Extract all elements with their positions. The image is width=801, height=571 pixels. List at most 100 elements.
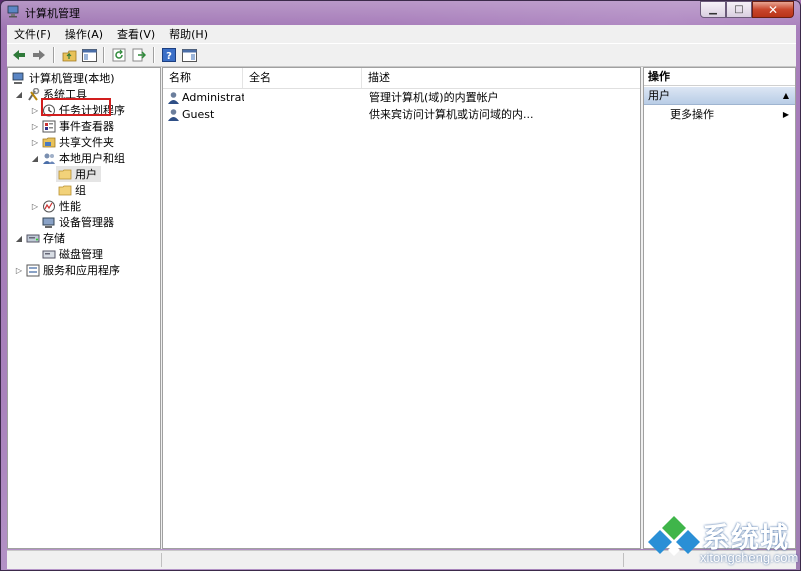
- event-viewer-icon: [42, 120, 56, 132]
- computer-management-icon: [7, 5, 19, 18]
- folder-icon: [58, 169, 72, 179]
- cell-fullname: [249, 106, 359, 123]
- tree-item-services-applications[interactable]: ▷ 服务和应用程序: [14, 262, 120, 278]
- tools-icon: [28, 87, 40, 101]
- cell-name: Administrat...: [182, 91, 244, 104]
- main-content: 计算机管理(本地) ◢ 系统工具 ▷ 任务计划程序 ▷ 事件查看器 ▷ 共享文件…: [7, 67, 796, 549]
- collapse-up-icon[interactable]: ▲: [783, 87, 789, 105]
- tree-item-users[interactable]: 用户: [56, 166, 101, 182]
- tree-item-root[interactable]: 计算机管理(本地): [10, 70, 115, 86]
- maximize-button[interactable]: □: [726, 1, 752, 18]
- watermark: 系统城 xitongcheng.com: [646, 512, 798, 567]
- menu-action[interactable]: 操作(A): [58, 26, 110, 42]
- expand-arrow-icon[interactable]: ▷: [30, 202, 40, 211]
- submenu-arrow-icon: ▶: [782, 110, 789, 119]
- tree-item-storage[interactable]: ◢ 存储: [14, 230, 65, 246]
- actions-header: 操作: [644, 68, 795, 86]
- close-button[interactable]: ✕: [752, 1, 794, 18]
- forward-icon: [33, 50, 45, 60]
- export-list-button[interactable]: [131, 47, 147, 63]
- tree-item-device-manager[interactable]: 设备管理器: [40, 214, 114, 230]
- actions-section-users[interactable]: 用户 ▲: [644, 87, 795, 105]
- tree-item-event-viewer[interactable]: ▷ 事件查看器: [30, 118, 114, 134]
- shared-folder-icon: [42, 137, 56, 147]
- users-group-icon: [43, 153, 55, 164]
- table-row[interactable]: Administrat... 管理计算机(域)的内置帐户: [163, 89, 640, 106]
- tree-label: 用户: [75, 168, 97, 181]
- minimize-button[interactable]: ▁: [700, 1, 726, 18]
- expand-arrow-icon[interactable]: ▷: [30, 122, 40, 131]
- computer-management-window: 计算机管理 ▁ □ ✕ 文件(F) 操作(A) 查看(V) 帮助(H) ? 计算…: [0, 0, 801, 571]
- more-actions-item[interactable]: 更多操作 ▶: [644, 106, 795, 124]
- refresh-icon: [112, 48, 126, 62]
- tree-label: 存储: [43, 232, 65, 245]
- more-actions-label: 更多操作: [670, 108, 714, 121]
- tree-label: 服务和应用程序: [43, 264, 120, 277]
- up-icon: [62, 50, 76, 61]
- tree-label: 计算机管理(本地): [29, 72, 115, 85]
- folder-icon: [58, 185, 72, 195]
- column-header-description[interactable]: 描述: [362, 68, 642, 88]
- menu-view[interactable]: 查看(V): [110, 26, 162, 42]
- title-bar[interactable]: 计算机管理 ▁ □ ✕: [1, 1, 800, 23]
- list-header: 名称 全名 描述: [163, 68, 640, 89]
- computer-management-icon: [12, 72, 24, 84]
- column-header-fullname[interactable]: 全名: [243, 68, 362, 88]
- menu-file[interactable]: 文件(F): [7, 26, 58, 42]
- back-icon: [13, 50, 25, 60]
- tree-label: 共享文件夹: [59, 136, 114, 149]
- show-hide-tree-button[interactable]: [81, 47, 97, 63]
- collapse-arrow-icon[interactable]: ◢: [14, 234, 24, 243]
- watermark-logo-icon: [648, 516, 700, 556]
- back-button[interactable]: [11, 47, 27, 63]
- refresh-button[interactable]: [111, 47, 127, 63]
- help-button[interactable]: ?: [161, 47, 177, 63]
- show-hide-tree-icon: [81, 48, 97, 62]
- performance-icon: [43, 200, 55, 212]
- expand-arrow-icon[interactable]: ▷: [14, 266, 24, 275]
- user-icon: [168, 92, 179, 104]
- section-label: 用户: [648, 89, 670, 102]
- tree-item-disk-management[interactable]: 磁盘管理: [40, 246, 103, 262]
- storage-icon: [26, 234, 40, 242]
- properties-icon: [181, 48, 197, 62]
- menu-help[interactable]: 帮助(H): [162, 26, 215, 42]
- tree-label: 设备管理器: [59, 216, 114, 229]
- tree-item-shared-folders[interactable]: ▷ 共享文件夹: [30, 134, 114, 150]
- results-list[interactable]: 名称 全名 描述 Administrat... 管理计算机(域)的内置帐户 Gu…: [162, 67, 641, 549]
- tree-item-local-users-groups[interactable]: ◢ 本地用户和组: [30, 150, 125, 166]
- tree-label: 事件查看器: [59, 120, 114, 133]
- help-icon: ?: [162, 48, 176, 62]
- cell-name: Guest: [182, 108, 215, 121]
- table-row[interactable]: Guest 供来宾访问计算机或访问域的内...: [163, 106, 640, 123]
- services-icon: [26, 264, 40, 276]
- column-header-name[interactable]: 名称: [163, 68, 243, 88]
- menu-bar: 文件(F) 操作(A) 查看(V) 帮助(H): [7, 25, 796, 43]
- expand-arrow-icon[interactable]: ▷: [30, 138, 40, 147]
- maximize-icon: □: [734, 4, 744, 15]
- user-icon: [168, 109, 179, 121]
- properties-button[interactable]: [181, 47, 197, 63]
- collapse-arrow-icon[interactable]: ◢: [14, 90, 24, 99]
- status-pane-1: [7, 553, 162, 567]
- status-pane-2: [163, 553, 624, 567]
- toolbar-separator: [103, 47, 105, 63]
- expand-arrow-icon[interactable]: ▷: [30, 106, 40, 115]
- forward-button[interactable]: [31, 47, 47, 63]
- minimize-icon: ▁: [709, 4, 717, 15]
- console-tree[interactable]: 计算机管理(本地) ◢ 系统工具 ▷ 任务计划程序 ▷ 事件查看器 ▷ 共享文件…: [7, 67, 161, 549]
- device-manager-icon: [42, 217, 55, 228]
- close-icon: ✕: [767, 2, 779, 17]
- cell-fullname: [249, 89, 359, 106]
- collapse-arrow-icon[interactable]: ◢: [30, 154, 40, 163]
- cell-description: 供来宾访问计算机或访问域的内...: [369, 108, 534, 121]
- up-button[interactable]: [61, 47, 77, 63]
- cell-description: 管理计算机(域)的内置帐户: [369, 91, 499, 104]
- actions-pane: 操作 用户 ▲ 更多操作 ▶: [643, 67, 796, 549]
- tree-label: 性能: [59, 200, 81, 213]
- tree-item-groups[interactable]: 组: [56, 182, 86, 198]
- tree-label: 本地用户和组: [59, 152, 125, 165]
- tree-item-performance[interactable]: ▷ 性能: [30, 198, 81, 214]
- toolbar: ?: [7, 43, 796, 67]
- toolbar-separator: [53, 47, 55, 63]
